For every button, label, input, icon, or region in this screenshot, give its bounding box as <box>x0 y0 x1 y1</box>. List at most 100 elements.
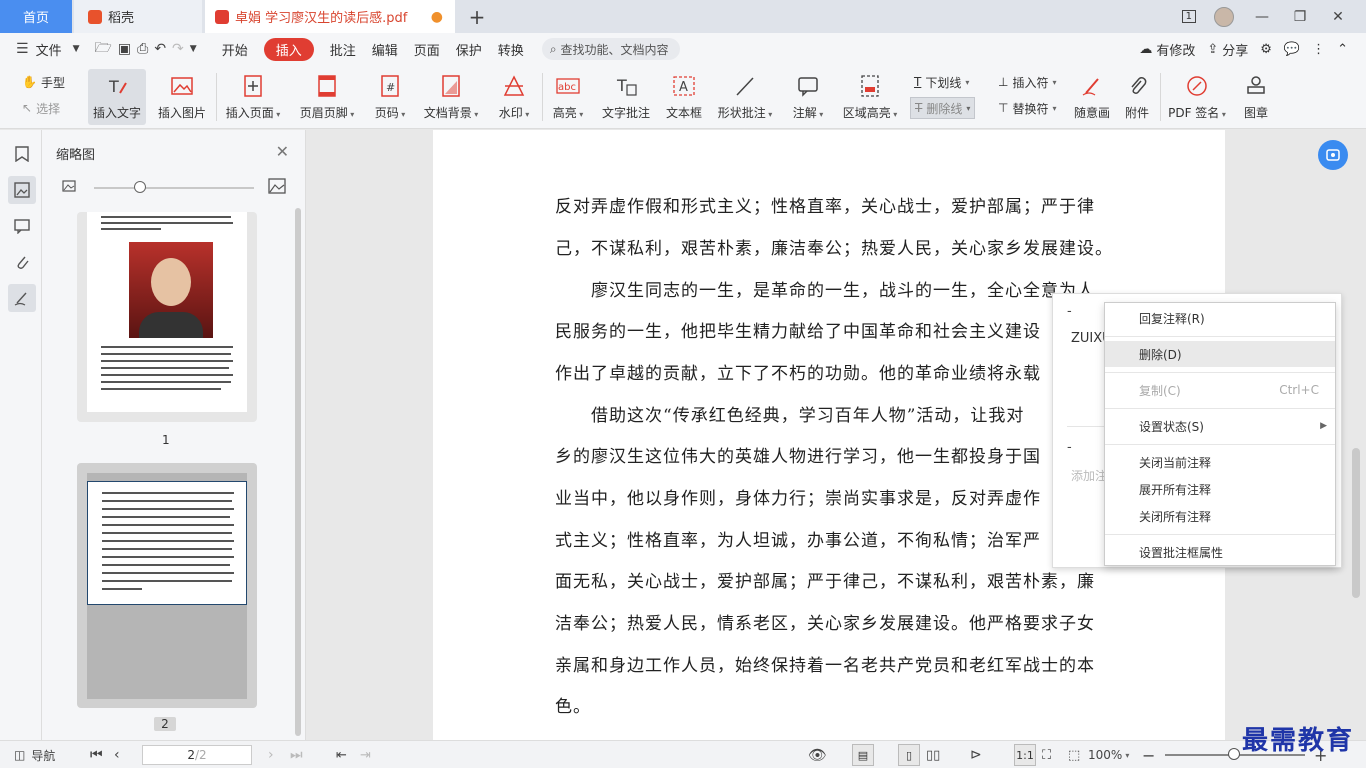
menu-item-close-all[interactable]: 关闭所有注释 <box>1105 503 1335 529</box>
search-input[interactable]: ⌕ 查找功能、文档内容 <box>541 38 680 60</box>
signature-panel-icon[interactable] <box>8 284 36 312</box>
fit-width-icon[interactable]: ⬚ <box>1068 741 1080 768</box>
menu-item-reply[interactable]: 回复注释(R) <box>1105 305 1335 331</box>
single-page-view-icon[interactable]: ▯ <box>898 744 920 766</box>
thumbnail-zoom-slider[interactable] <box>134 181 146 193</box>
collapse-ribbon-icon[interactable]: ⌃ <box>1337 42 1348 57</box>
menu-item-delete[interactable]: 删除(D) <box>1105 341 1335 367</box>
freehand-button[interactable]: 随意画 <box>1070 69 1114 125</box>
replace-mark-button[interactable]: ⊤ 替换符 ▾ <box>994 97 1060 119</box>
page-thumbnail-2[interactable] <box>77 463 257 708</box>
print-icon[interactable]: ⎙ <box>137 41 148 57</box>
restore-icon[interactable]: ❐ <box>1290 9 1310 25</box>
go-forward-icon[interactable]: ⇥ <box>360 741 371 768</box>
bookmark-icon[interactable] <box>8 140 36 168</box>
undo-icon[interactable]: ↶ <box>154 41 166 57</box>
actual-size-button[interactable]: 1:1 <box>1014 744 1036 766</box>
header-footer-button[interactable]: 页眉页脚 ▾ <box>294 69 360 125</box>
navigation-toggle[interactable]: ◫ 导航 <box>14 741 55 768</box>
close-icon[interactable]: ✕ <box>276 142 289 161</box>
next-page-icon[interactable]: › <box>268 741 274 768</box>
zoom-dropdown[interactable]: 100% ▾ <box>1088 741 1129 768</box>
text-box-button[interactable]: A 文本框 <box>662 69 706 125</box>
page-thumbnail-1[interactable] <box>77 212 257 422</box>
watermark-button[interactable]: 水印 ▾ <box>492 69 536 125</box>
prev-page-icon[interactable]: ‹ <box>114 741 120 768</box>
document-scrollbar[interactable] <box>1352 448 1360 598</box>
minimize-icon[interactable]: — <box>1252 9 1272 25</box>
menu-item-set-properties[interactable]: 设置批注框属性 <box>1105 539 1335 565</box>
hamburger-icon[interactable]: ☰ <box>16 41 29 57</box>
menu-file[interactable]: 文件 <box>36 40 62 59</box>
comments-panel-icon[interactable] <box>8 212 36 240</box>
quick-access-more-icon[interactable]: ▼ <box>190 44 197 54</box>
annotate-button[interactable]: 注解 ▾ <box>788 69 828 125</box>
comment-icon[interactable]: 💬 <box>1284 42 1300 57</box>
menu-convert[interactable]: 转换 <box>498 40 524 59</box>
play-icon[interactable]: ⊳ <box>970 741 982 768</box>
continuous-view-icon[interactable]: ▤ <box>852 744 874 766</box>
zoom-out-icon[interactable]: − <box>1142 741 1155 768</box>
avatar[interactable] <box>1214 6 1234 27</box>
attachment-button[interactable]: 附件 <box>1120 69 1154 125</box>
tab-home[interactable]: 首页 <box>0 0 72 33</box>
tab-wps[interactable]: 稻壳 <box>74 0 202 33</box>
close-icon[interactable]: ✕ <box>1328 9 1348 25</box>
go-back-icon[interactable]: ⇤ <box>336 741 347 768</box>
modified-status[interactable]: 有修改 <box>1156 40 1195 59</box>
menu-annotate[interactable]: 批注 <box>330 40 356 59</box>
menu-item-copy[interactable]: 复制(C) Ctrl+C <box>1105 377 1335 403</box>
save-icon[interactable]: ▣ <box>118 41 131 57</box>
more-icon[interactable]: ⋮ <box>1312 42 1325 57</box>
hand-tool[interactable]: ✋ 手型 <box>18 71 69 93</box>
page-number-input[interactable]: 2 /2 <box>142 745 252 765</box>
two-page-view-icon[interactable]: ▯▯ <box>926 741 940 768</box>
large-image-icon[interactable] <box>268 178 286 197</box>
strikethrough-button[interactable]: T 删除线 ▾ <box>910 97 976 119</box>
redo-icon[interactable]: ↷ <box>172 41 184 57</box>
menu-item-expand-all[interactable]: 展开所有注释 <box>1105 476 1335 502</box>
fit-page-icon[interactable]: ⛶ <box>1042 741 1051 768</box>
last-page-icon[interactable]: ⏭ <box>290 741 303 768</box>
small-image-icon[interactable] <box>62 179 76 196</box>
thumbnail-panel-icon[interactable] <box>8 176 36 204</box>
menu-item-set-status[interactable]: 设置状态(S) ▶ <box>1105 413 1335 439</box>
settings-icon[interactable]: ⚙ <box>1260 42 1272 57</box>
menu-edit[interactable]: 编辑 <box>372 40 398 59</box>
menu-insert[interactable]: 插入 <box>263 37 314 61</box>
floating-assistant-button[interactable] <box>1318 140 1348 170</box>
insert-text-button[interactable]: T 插入文字 <box>88 69 146 125</box>
pdf-sign-button[interactable]: PDF 签名 ▾ <box>1166 69 1228 125</box>
page-number-button[interactable]: # 页码 ▾ <box>368 69 412 125</box>
menu-page[interactable]: 页面 <box>414 40 440 59</box>
new-tab-button[interactable]: + <box>466 0 488 33</box>
eye-protection-icon[interactable]: 👁 <box>808 741 827 768</box>
share-button[interactable]: 分享 <box>1222 40 1248 59</box>
menu-start[interactable]: 开始 <box>222 40 248 59</box>
thumbnail-zoom-track[interactable] <box>94 187 254 189</box>
cloud-sync-icon[interactable]: ☁ <box>1139 42 1152 57</box>
share-icon[interactable]: ⇪ <box>1207 42 1218 57</box>
attachments-panel-icon[interactable] <box>8 248 36 276</box>
insert-mark-button[interactable]: ⊥ 插入符 ▾ <box>994 71 1060 93</box>
insert-page-button[interactable]: 插入页面 ▾ <box>222 69 284 125</box>
thumbnail-scrollbar[interactable] <box>295 208 301 736</box>
underline-button[interactable]: T 下划线 ▾ <box>910 71 973 93</box>
area-highlight-button[interactable]: 区域高亮 ▾ <box>838 69 902 125</box>
annotation-collapse-toggle[interactable]: - <box>1067 440 1072 455</box>
highlight-button[interactable]: abc 高亮 ▾ <box>548 69 588 125</box>
tab-document[interactable]: 卓娟 学习廖汉生的读后感.pdf ● <box>205 0 455 33</box>
text-annotation-button[interactable]: T 文字批注 <box>598 69 654 125</box>
insert-image-button[interactable]: 插入图片 <box>154 69 210 125</box>
add-annotation-input[interactable]: 添加注 <box>1071 467 1107 484</box>
select-tool[interactable]: ↖ 选择 <box>18 97 64 119</box>
first-page-icon[interactable]: ⏮ <box>90 741 103 768</box>
annotation-collapse-toggle[interactable]: - <box>1067 304 1072 319</box>
open-folder-icon[interactable]: 🗁 <box>95 37 112 61</box>
workspace-badge[interactable]: 1 <box>1181 10 1196 23</box>
stamp-button[interactable]: 图章 <box>1238 69 1274 125</box>
doc-background-button[interactable]: 文档背景 ▾ <box>418 69 484 125</box>
shape-annotation-button[interactable]: 形状批注 ▾ <box>714 69 776 125</box>
menu-item-close-current[interactable]: 关闭当前注释 <box>1105 449 1335 475</box>
chevron-down-icon[interactable]: ▼ <box>73 44 80 54</box>
